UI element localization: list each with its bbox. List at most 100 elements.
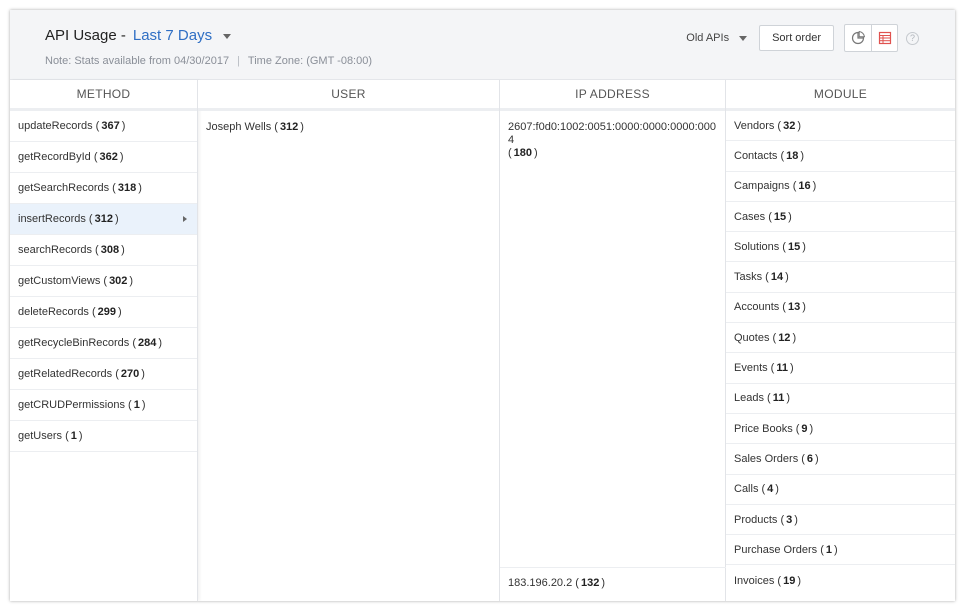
- module-count: 4: [767, 483, 774, 496]
- method-row[interactable]: getRelatedRecords (270): [10, 359, 197, 390]
- method-row[interactable]: searchRecords (308): [10, 235, 197, 266]
- method-close: ): [118, 306, 122, 318]
- chevron-down-icon[interactable]: [223, 33, 232, 39]
- method-name: getCustomViews (: [18, 275, 108, 287]
- period-selector[interactable]: Last 7 Days: [133, 27, 212, 44]
- module-row[interactable]: Products (3): [726, 505, 955, 536]
- method-header-label: Method: [76, 87, 131, 101]
- module-count: 15: [773, 210, 787, 223]
- module-count: 6: [806, 452, 814, 465]
- module-close: ): [797, 574, 801, 587]
- user-name: Joseph Wells (: [206, 121, 278, 133]
- module-row[interactable]: Accounts (13): [726, 293, 955, 324]
- module-close: ): [802, 240, 806, 253]
- module-column-header: Module: [726, 80, 955, 111]
- module-name: Price Books (: [734, 422, 800, 435]
- module-row[interactable]: Solutions (15): [726, 232, 955, 263]
- method-name: deleteRecords (: [18, 306, 96, 318]
- user-column-header: User: [198, 80, 499, 111]
- method-row[interactable]: getUsers (1): [10, 421, 197, 452]
- module-row[interactable]: Leads (11): [726, 384, 955, 414]
- help-icon[interactable]: ?: [906, 31, 919, 45]
- ip-column: IP Address 2607:f0d0:1002:0051:0000:0000…: [500, 80, 726, 601]
- module-name: Products (: [734, 513, 785, 526]
- method-close: ): [138, 182, 142, 194]
- user-header-label: User: [331, 87, 366, 101]
- method-row[interactable]: getSearchRecords (318): [10, 173, 197, 204]
- title-row: API Usage - Last 7 Days: [45, 27, 232, 44]
- module-row[interactable]: Campaigns (16): [726, 172, 955, 202]
- module-close: ): [800, 149, 805, 162]
- method-count: 1: [133, 399, 140, 411]
- module-close: ): [812, 180, 817, 193]
- ip-header-label: IP Address: [575, 87, 650, 101]
- chevron-down-icon: [739, 36, 748, 41]
- module-name: Contacts (: [734, 149, 785, 162]
- method-row[interactable]: getCustomViews (302): [10, 266, 197, 297]
- method-close: ): [158, 337, 163, 349]
- method-count: 362: [99, 151, 118, 163]
- module-name: Vendors (: [734, 119, 782, 132]
- view-toggle: [844, 24, 898, 52]
- sort-order-button[interactable]: Sort order: [759, 25, 834, 51]
- method-row[interactable]: getCRUDPermissions (1): [10, 390, 197, 421]
- module-name: Invoices (: [734, 574, 782, 587]
- method-row[interactable]: insertRecords (312): [10, 204, 197, 235]
- module-row[interactable]: Tasks (14): [726, 262, 955, 293]
- method-row[interactable]: getRecordById (362): [10, 142, 197, 173]
- ip-close: ): [601, 577, 605, 589]
- note-separator: |: [237, 55, 240, 67]
- page-title: API Usage -: [45, 27, 126, 44]
- module-name: Tasks (: [734, 271, 769, 284]
- method-name: getSearchRecords (: [18, 182, 116, 194]
- module-name: Campaigns (: [734, 180, 797, 193]
- module-row[interactable]: Quotes (12): [726, 323, 955, 354]
- module-row[interactable]: Cases (15): [726, 202, 955, 233]
- module-row[interactable]: Purchase Orders (1): [726, 535, 955, 566]
- old-apis-dropdown[interactable]: Old APIs: [686, 32, 748, 44]
- module-name: Events (: [734, 362, 775, 375]
- method-row[interactable]: updateRecords (367): [10, 111, 197, 142]
- module-name: Leads (: [734, 392, 771, 405]
- module-row[interactable]: Invoices (19): [726, 565, 955, 595]
- ip-column-header: IP Address: [500, 80, 725, 111]
- ip-row[interactable]: 183.196.20.2 (132): [500, 567, 726, 590]
- method-row[interactable]: deleteRecords (299): [10, 297, 197, 328]
- ip-count: 132: [580, 577, 600, 589]
- method-count: 312: [94, 213, 113, 225]
- module-count: 11: [776, 362, 788, 375]
- module-name: Purchase Orders (: [734, 543, 824, 556]
- table-view-button[interactable]: [871, 25, 897, 51]
- stats-available-note: Note: Stats available from 04/30/2017: [45, 55, 230, 67]
- module-count: 18: [786, 149, 799, 162]
- module-row[interactable]: Events (11): [726, 353, 955, 384]
- method-count: 302: [109, 275, 128, 287]
- user-row[interactable]: Joseph Wells (312): [198, 111, 499, 133]
- method-count: 299: [97, 306, 117, 318]
- module-count: 16: [798, 180, 811, 193]
- module-list: Vendors (32) Contacts (18) Campaigns (16) C…: [726, 111, 955, 596]
- module-row[interactable]: Price Books (9): [726, 414, 955, 445]
- chart-view-button[interactable]: [845, 25, 871, 51]
- module-row[interactable]: Calls (4): [726, 475, 955, 505]
- method-close: ): [141, 399, 146, 411]
- ip-count-wrap: (180): [508, 147, 718, 160]
- method-close: ): [121, 244, 125, 256]
- method-close: ): [129, 275, 134, 287]
- module-row[interactable]: Vendors (32): [726, 111, 955, 142]
- module-close: ): [786, 392, 791, 405]
- method-column-header: Method: [10, 80, 197, 111]
- module-name: Solutions (: [734, 240, 786, 253]
- module-close: ): [809, 422, 814, 435]
- method-column: Method updateRecords (367) getRecordById …: [10, 80, 198, 601]
- module-row[interactable]: Contacts (18): [726, 141, 955, 172]
- module-close: ): [775, 483, 779, 496]
- header-controls: Old APIs Sort order ?: [686, 24, 919, 52]
- ip-row[interactable]: 2607:f0d0:1002:0051:0000:0000:0000:0004(…: [500, 111, 726, 160]
- ip-address: 183.196.20.2 (: [508, 577, 579, 589]
- module-name: Cases (: [734, 210, 772, 223]
- module-row[interactable]: Sales Orders (6): [726, 444, 955, 475]
- method-close: ): [78, 430, 83, 442]
- module-header-label: Module: [813, 87, 868, 101]
- method-row[interactable]: getRecycleBinRecords (284): [10, 328, 197, 359]
